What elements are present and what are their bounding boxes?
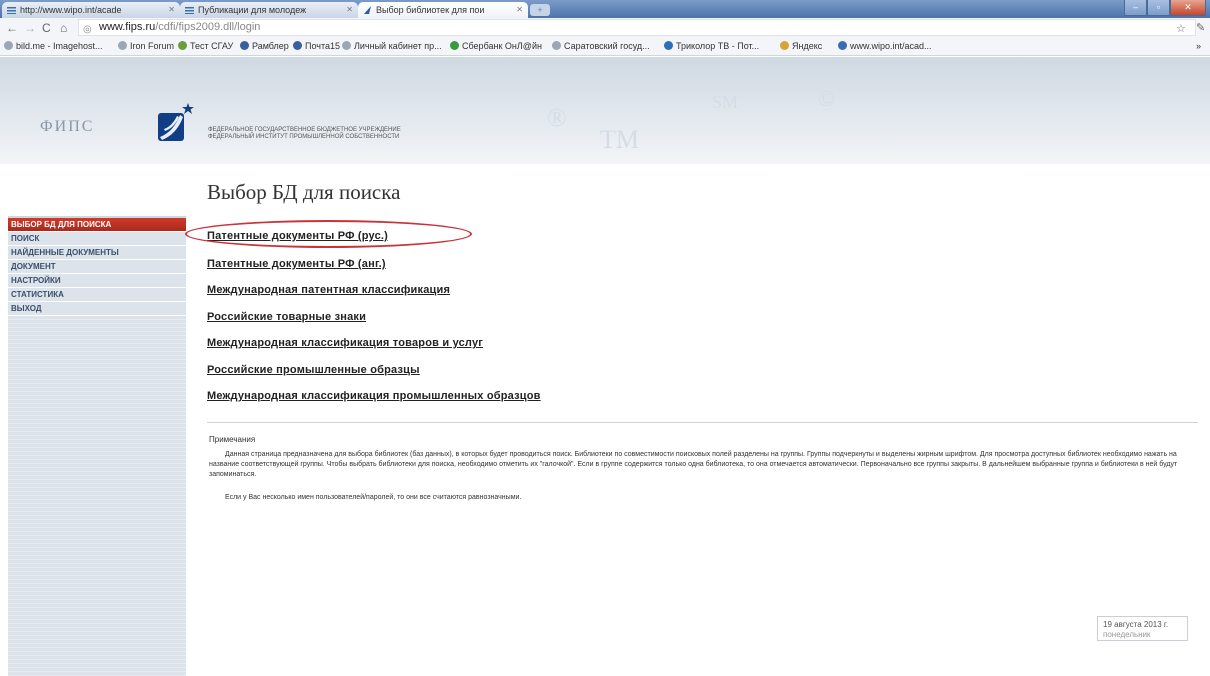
sidebar-item-search[interactable]: поиск (8, 232, 186, 246)
maximize-icon[interactable]: ▫ (1147, 0, 1170, 16)
db-link-ipc[interactable]: Международная патентная классификация (207, 284, 450, 296)
bookmark-icon (780, 41, 789, 50)
bookmark-item[interactable]: Iron Forum (118, 41, 174, 51)
reload-icon[interactable]: C (42, 19, 51, 37)
bookmark-item[interactable]: Яндекс (780, 41, 822, 51)
url-host: www.fips.ru (99, 21, 156, 33)
fips-logo-icon (152, 103, 198, 147)
organization-name: федеральное государственное бюджетное уч… (208, 127, 401, 141)
sidebar-item-exit[interactable]: выход (8, 302, 186, 316)
wrench-icon[interactable]: ✎ (1196, 19, 1205, 37)
notes-paragraph: Если у Вас несколько имен пользователей/… (225, 494, 522, 501)
bookmark-icon (838, 41, 847, 50)
new-tab-button[interactable]: + (530, 4, 550, 16)
bookmark-icon (552, 41, 561, 50)
fips-logo-text[interactable]: ФИПС (40, 118, 94, 136)
address-bar[interactable]: ◎ www.fips.ru/cdfi/fips2009.dll/login (78, 19, 1196, 36)
browser-tab-active[interactable]: Выбор библиотек для пои ✕ (358, 2, 528, 19)
db-link-patents-en[interactable]: Патентные документы РФ (анг.) (207, 258, 386, 270)
bookmark-item[interactable]: Саратовский госуд... (552, 41, 650, 51)
globe-icon: ◎ (83, 24, 92, 35)
bookmark-icon (450, 41, 459, 50)
watermark-tm: TM (600, 125, 639, 154)
org-line-2: федеральный институт промышленной собств… (208, 134, 400, 140)
bookmark-icon (178, 41, 187, 50)
db-link-trademarks[interactable]: Российские товарные знаки (207, 311, 366, 323)
sidebar-item-settings[interactable]: настройки (8, 274, 186, 288)
browser-tab[interactable]: Публикации для молодеж ✕ (180, 2, 358, 18)
sidebar-item-document[interactable]: документ (8, 260, 186, 274)
divider (207, 422, 1198, 423)
bookmark-icon (118, 41, 127, 50)
tab-bar: http://www.wipo.int/acade ✕ Публикации д… (0, 0, 1210, 19)
minimize-icon[interactable]: – (1124, 0, 1147, 16)
bookmarks-overflow[interactable]: » (1196, 41, 1201, 51)
sidebar-item-found-documents[interactable]: найденные документы (8, 246, 186, 260)
bookmark-item[interactable]: Рамблер (240, 41, 289, 51)
sidebar-filler (8, 316, 186, 676)
tab-title: http://www.wipo.int/acade (20, 5, 122, 15)
bookmark-item[interactable]: bild.me - Imagehost... (4, 41, 103, 51)
wipo-favicon (185, 6, 194, 14)
browser-toolbar: ← → C ⌂ ◎ www.fips.ru/cdfi/fips2009.dll/… (0, 18, 1210, 38)
bookmark-icon (4, 41, 13, 50)
current-weekday: понедельник (1103, 630, 1151, 639)
bookmark-item[interactable]: Триколор ТВ - Пот... (664, 41, 759, 51)
tab-title: Выбор библиотек для пои (376, 5, 485, 15)
watermark-copyright: © (818, 86, 835, 111)
forward-icon[interactable]: → (24, 19, 36, 37)
bookmark-item[interactable]: Личный кабинет пр... (342, 41, 442, 51)
page-title: Выбор БД для поиска (207, 180, 401, 204)
bookmark-icon (342, 41, 351, 50)
back-icon[interactable]: ← (6, 19, 18, 37)
browser-tab[interactable]: http://www.wipo.int/acade ✕ (2, 2, 180, 18)
tab-close-icon[interactable]: ✕ (516, 5, 523, 14)
tab-close-icon[interactable]: ✕ (168, 5, 175, 14)
bookmark-item[interactable]: www.wipo.int/acad... (838, 41, 932, 51)
current-date: 19 августа 2013 г. (1103, 620, 1169, 629)
watermark-registered: ® (547, 103, 567, 132)
watermark-sm: SM (712, 92, 739, 112)
sidebar-item-statistics[interactable]: статистика (8, 288, 186, 302)
tab-title: Публикации для молодеж (198, 5, 307, 15)
tab-close-icon[interactable]: ✕ (346, 5, 353, 14)
url-path: /cdfi/fips2009.dll/login (155, 21, 261, 33)
close-icon[interactable]: ✕ (1170, 0, 1206, 16)
date-box: 19 августа 2013 г. понедельник (1097, 616, 1188, 641)
bookmarks-bar: bild.me - Imagehost... Iron Forum Тест С… (0, 38, 1210, 56)
bookmark-item[interactable]: Тест СГАУ (178, 41, 233, 51)
bookmark-icon (293, 41, 302, 50)
sidebar-nav: выбор БД для поиска поиск найденные доку… (8, 216, 186, 676)
bookmark-item[interactable]: Сбербанк ОнЛ@йн (450, 41, 542, 51)
notes-paragraph: Данная страница предназначена для выбора… (209, 451, 1178, 478)
db-link-locarno[interactable]: Международная классификация промышленных… (207, 390, 541, 402)
sidebar-item-db-select[interactable]: выбор БД для поиска (8, 218, 186, 232)
notes-heading: Примечания (209, 435, 256, 444)
wipo-favicon (7, 6, 16, 14)
db-link-goods-services[interactable]: Международная классификация товаров и ус… (207, 337, 483, 349)
bookmark-star-icon[interactable]: ☆ (1176, 20, 1186, 38)
window-controls: – ▫ ✕ (1124, 0, 1206, 17)
highlight-ellipse (185, 220, 472, 248)
bookmark-item[interactable]: Почта15 (293, 41, 340, 51)
bookmark-icon (664, 41, 673, 50)
org-line-1: федеральное государственное бюджетное уч… (208, 127, 401, 133)
home-icon[interactable]: ⌂ (60, 19, 67, 37)
fips-favicon (363, 6, 372, 14)
bookmark-icon (240, 41, 249, 50)
db-link-industrial-designs[interactable]: Российские промышленные образцы (207, 364, 420, 376)
